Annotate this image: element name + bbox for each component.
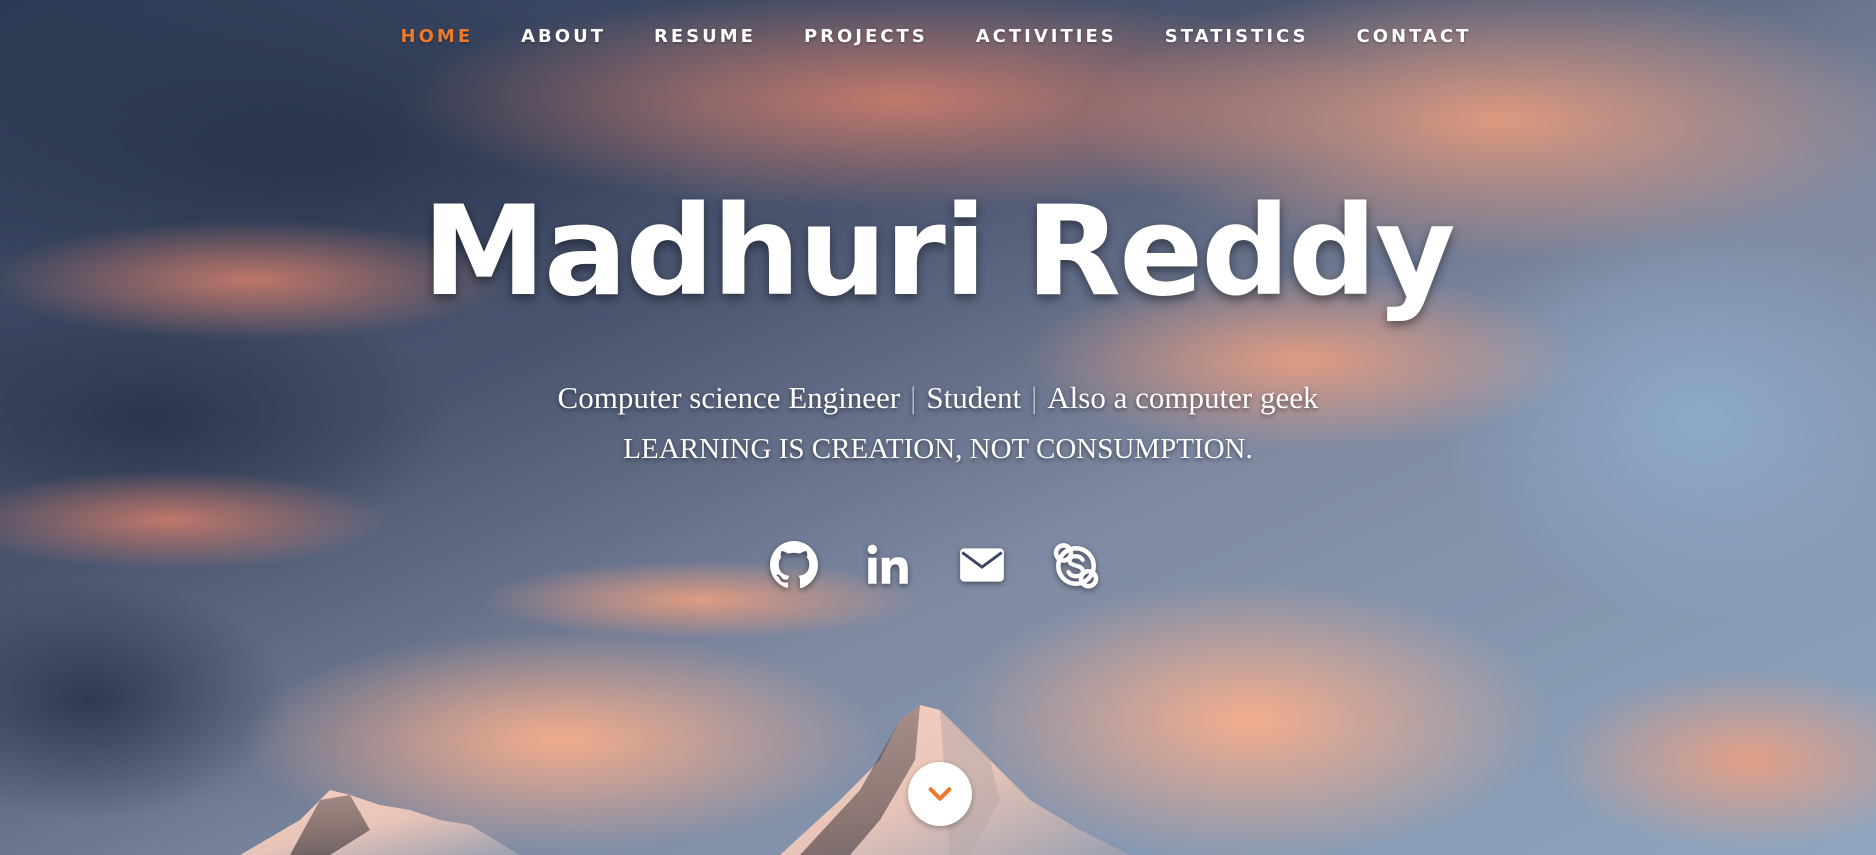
github-link[interactable] [769, 540, 819, 590]
tagline-hobby: Also a computer geek [1047, 380, 1319, 415]
tagline-status: Student [926, 380, 1022, 415]
hero-section: HOME ABOUT RESUME PROJECTS ACTIVITIES ST… [0, 0, 1876, 855]
background-image [0, 0, 1876, 855]
linkedin-icon [867, 544, 908, 584]
nav-activities[interactable]: ACTIVITIES [976, 26, 1117, 47]
tagline-separator: | [1031, 380, 1038, 415]
nav-contact[interactable]: CONTACT [1357, 26, 1472, 47]
chevron-down-icon [928, 787, 952, 801]
nav-resume[interactable]: RESUME [654, 26, 756, 47]
hero-name: Madhuri Reddy [422, 180, 1455, 324]
email-link[interactable] [957, 540, 1007, 590]
linkedin-link[interactable] [863, 540, 913, 590]
hero-motto: LEARNING IS CREATION, NOT CONSUMPTION. [623, 433, 1253, 465]
skype-link[interactable] [1051, 540, 1101, 590]
skype-icon [1053, 543, 1099, 589]
envelope-icon [960, 548, 1004, 582]
nav-home[interactable]: HOME [401, 26, 474, 47]
hero-tagline: Computer science Engineer | Student | Also a… [0, 380, 1876, 416]
main-navigation: HOME ABOUT RESUME PROJECTS ACTIVITIES ST… [0, 0, 1876, 72]
tagline-role: Computer science Engineer [557, 380, 901, 415]
scroll-down-button[interactable] [908, 762, 972, 826]
nav-about[interactable]: ABOUT [521, 26, 606, 47]
github-icon [770, 541, 818, 589]
nav-statistics[interactable]: STATISTICS [1165, 26, 1309, 47]
social-links [0, 540, 1873, 590]
nav-projects[interactable]: PROJECTS [804, 26, 928, 47]
tagline-separator: | [910, 380, 917, 415]
